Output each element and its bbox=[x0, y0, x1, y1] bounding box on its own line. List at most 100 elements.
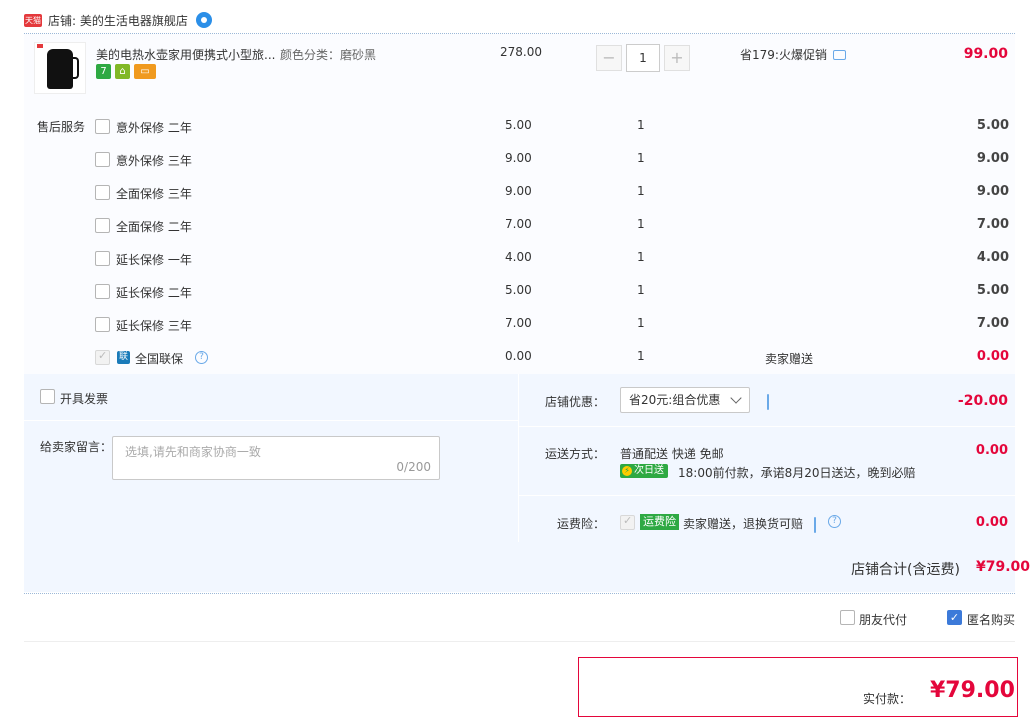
service-price: 5.00 bbox=[505, 118, 532, 132]
shipping-method: 普通配送 快递 免邮 bbox=[620, 447, 724, 461]
payment-label: 实付款： bbox=[863, 692, 912, 706]
service-price: 0.00 bbox=[505, 349, 532, 363]
discount-label: 店铺优惠： bbox=[545, 395, 606, 409]
service-name: 意外保修 二年 bbox=[116, 121, 192, 135]
shop-name-link[interactable]: 店铺: 美的生活电器旗舰店 bbox=[48, 12, 188, 29]
service-name: 全面保修 三年 bbox=[116, 187, 192, 201]
service-icons: 7 ⌂ ▭ bbox=[96, 64, 156, 79]
invoice-label[interactable]: 开具发票 bbox=[60, 390, 108, 407]
service-price: 7.00 bbox=[505, 217, 532, 231]
next-day-label: 次日送 bbox=[634, 465, 664, 476]
service-amount: 7.00 bbox=[976, 316, 1009, 331]
divider bbox=[24, 593, 1015, 594]
friend-pay-checkbox[interactable] bbox=[840, 610, 855, 625]
next-day-badge: ⚡ 次日送 bbox=[620, 464, 668, 478]
help-icon[interactable]: ? bbox=[195, 351, 208, 364]
service-checkbox[interactable] bbox=[95, 317, 110, 332]
service-name: 延长保修 三年 bbox=[116, 319, 192, 333]
insurance-amount: 0.00 bbox=[975, 515, 1008, 530]
service-row: 延长保修 三年 7.00 1 7.00 bbox=[95, 315, 1015, 335]
service-name: 全面保修 二年 bbox=[116, 220, 192, 234]
shop-header: 天猫 店铺: 美的生活电器旗舰店 bbox=[24, 10, 212, 30]
service-name: 延长保修 一年 bbox=[116, 253, 192, 267]
insurance-badge: 运费险 bbox=[640, 514, 679, 530]
service-amount: 7.00 bbox=[976, 217, 1009, 232]
help-icon[interactable]: ? bbox=[828, 515, 841, 528]
service-amount: 5.00 bbox=[976, 283, 1009, 298]
shop-total-label: 店铺合计(含运费) bbox=[851, 562, 960, 578]
lightning-icon: ⚡ bbox=[622, 466, 632, 476]
chat-icon[interactable] bbox=[195, 12, 212, 28]
service-checkbox[interactable] bbox=[95, 284, 110, 299]
promo-info: 省179:火爆促销 bbox=[740, 46, 846, 63]
divider bbox=[24, 641, 1015, 642]
service-note: 卖家赠送 bbox=[765, 352, 814, 366]
comment-icon[interactable] bbox=[814, 517, 816, 533]
service-checkbox[interactable] bbox=[95, 251, 110, 266]
discount-select[interactable]: 省20元:组合优惠 bbox=[620, 387, 750, 413]
shipping-label: 运送方式： bbox=[545, 447, 606, 461]
anonymous-checkbox[interactable]: ✓ bbox=[947, 610, 962, 625]
service-row: 延长保修 二年 5.00 1 5.00 bbox=[95, 282, 1015, 302]
discount-amount: -20.00 bbox=[957, 393, 1008, 409]
decrease-button[interactable]: − bbox=[596, 45, 622, 71]
service-qty: 1 bbox=[637, 184, 645, 198]
message-label: 给卖家留言： bbox=[40, 440, 113, 454]
service-qty: 1 bbox=[637, 118, 645, 132]
service-checkbox[interactable] bbox=[95, 185, 110, 200]
quantity-input[interactable]: 1 bbox=[626, 44, 660, 72]
service-name: 意外保修 三年 bbox=[116, 154, 192, 168]
increase-button[interactable]: + bbox=[664, 45, 690, 71]
credit-card-icon[interactable]: ▭ bbox=[134, 64, 156, 79]
service-qty: 1 bbox=[637, 151, 645, 165]
service-checkbox[interactable] bbox=[95, 152, 110, 167]
service-row-lianbao: 联 全国联保 ? 0.00 1 卖家赠送 0.00 bbox=[95, 348, 1015, 368]
product-total: 99.00 bbox=[963, 46, 1008, 62]
service-row: 意外保修 二年 5.00 1 5.00 bbox=[95, 117, 1015, 137]
quantity-stepper: − 1 + bbox=[596, 44, 690, 72]
service-amount: 5.00 bbox=[976, 118, 1009, 133]
service-qty: 1 bbox=[637, 250, 645, 264]
service-amount: 4.00 bbox=[976, 250, 1009, 265]
chevron-down-icon bbox=[730, 392, 742, 404]
kettle-image bbox=[47, 49, 79, 89]
discount-selected: 省20元:组合优惠 bbox=[629, 393, 721, 407]
service-amount: 9.00 bbox=[976, 151, 1009, 166]
service-name: 全国联保 bbox=[135, 352, 184, 366]
comment-icon[interactable] bbox=[767, 394, 769, 410]
friend-pay-label[interactable]: 朋友代付 bbox=[859, 611, 907, 628]
product-title[interactable]: 美的电热水壶家用便携式小型旅... bbox=[96, 46, 275, 63]
payment-amount: ¥79.00 bbox=[930, 678, 1015, 703]
brand-mark bbox=[37, 44, 43, 48]
service-price: 5.00 bbox=[505, 283, 532, 297]
product-sku: 颜色分类：磨砂黑 bbox=[280, 48, 377, 62]
service-price: 9.00 bbox=[505, 151, 532, 165]
message-placeholder: 选填,请先和商家协商一致 bbox=[125, 445, 261, 459]
shipping-promise: 18:00前付款，承诺8月20日送达，晚到必赔 bbox=[678, 466, 916, 480]
invoice-checkbox[interactable] bbox=[40, 389, 55, 404]
divider bbox=[24, 420, 518, 421]
service-qty: 1 bbox=[637, 316, 645, 330]
service-qty: 1 bbox=[637, 349, 645, 363]
guarantee-icon[interactable]: ⌂ bbox=[115, 64, 130, 79]
service-price: 7.00 bbox=[505, 316, 532, 330]
service-row: 延长保修 一年 4.00 1 4.00 bbox=[95, 249, 1015, 269]
after-sales-label: 售后服务 bbox=[37, 120, 86, 134]
product-image[interactable] bbox=[34, 42, 86, 94]
anonymous-label[interactable]: 匿名购买 bbox=[967, 611, 1015, 628]
shop-total-amount: ¥79.00 bbox=[975, 559, 1030, 575]
promo-label: 省179:火爆促销 bbox=[740, 48, 827, 62]
service-row: 意外保修 三年 9.00 1 9.00 bbox=[95, 150, 1015, 170]
message-input[interactable]: 选填,请先和商家协商一致 0/200 bbox=[112, 436, 440, 480]
lianbao-checkbox bbox=[95, 349, 110, 365]
seven-day-return-icon[interactable]: 7 bbox=[96, 64, 111, 79]
insurance-label: 运费险： bbox=[557, 517, 606, 531]
service-checkbox[interactable] bbox=[95, 218, 110, 233]
service-name: 延长保修 二年 bbox=[116, 286, 192, 300]
lianbao-icon: 联 bbox=[117, 351, 130, 364]
service-row: 全面保修 三年 9.00 1 9.00 bbox=[95, 183, 1015, 203]
comment-icon[interactable] bbox=[832, 49, 846, 60]
shipping-amount: 0.00 bbox=[975, 443, 1008, 458]
insurance-checkbox bbox=[620, 514, 635, 530]
service-checkbox[interactable] bbox=[95, 119, 110, 134]
